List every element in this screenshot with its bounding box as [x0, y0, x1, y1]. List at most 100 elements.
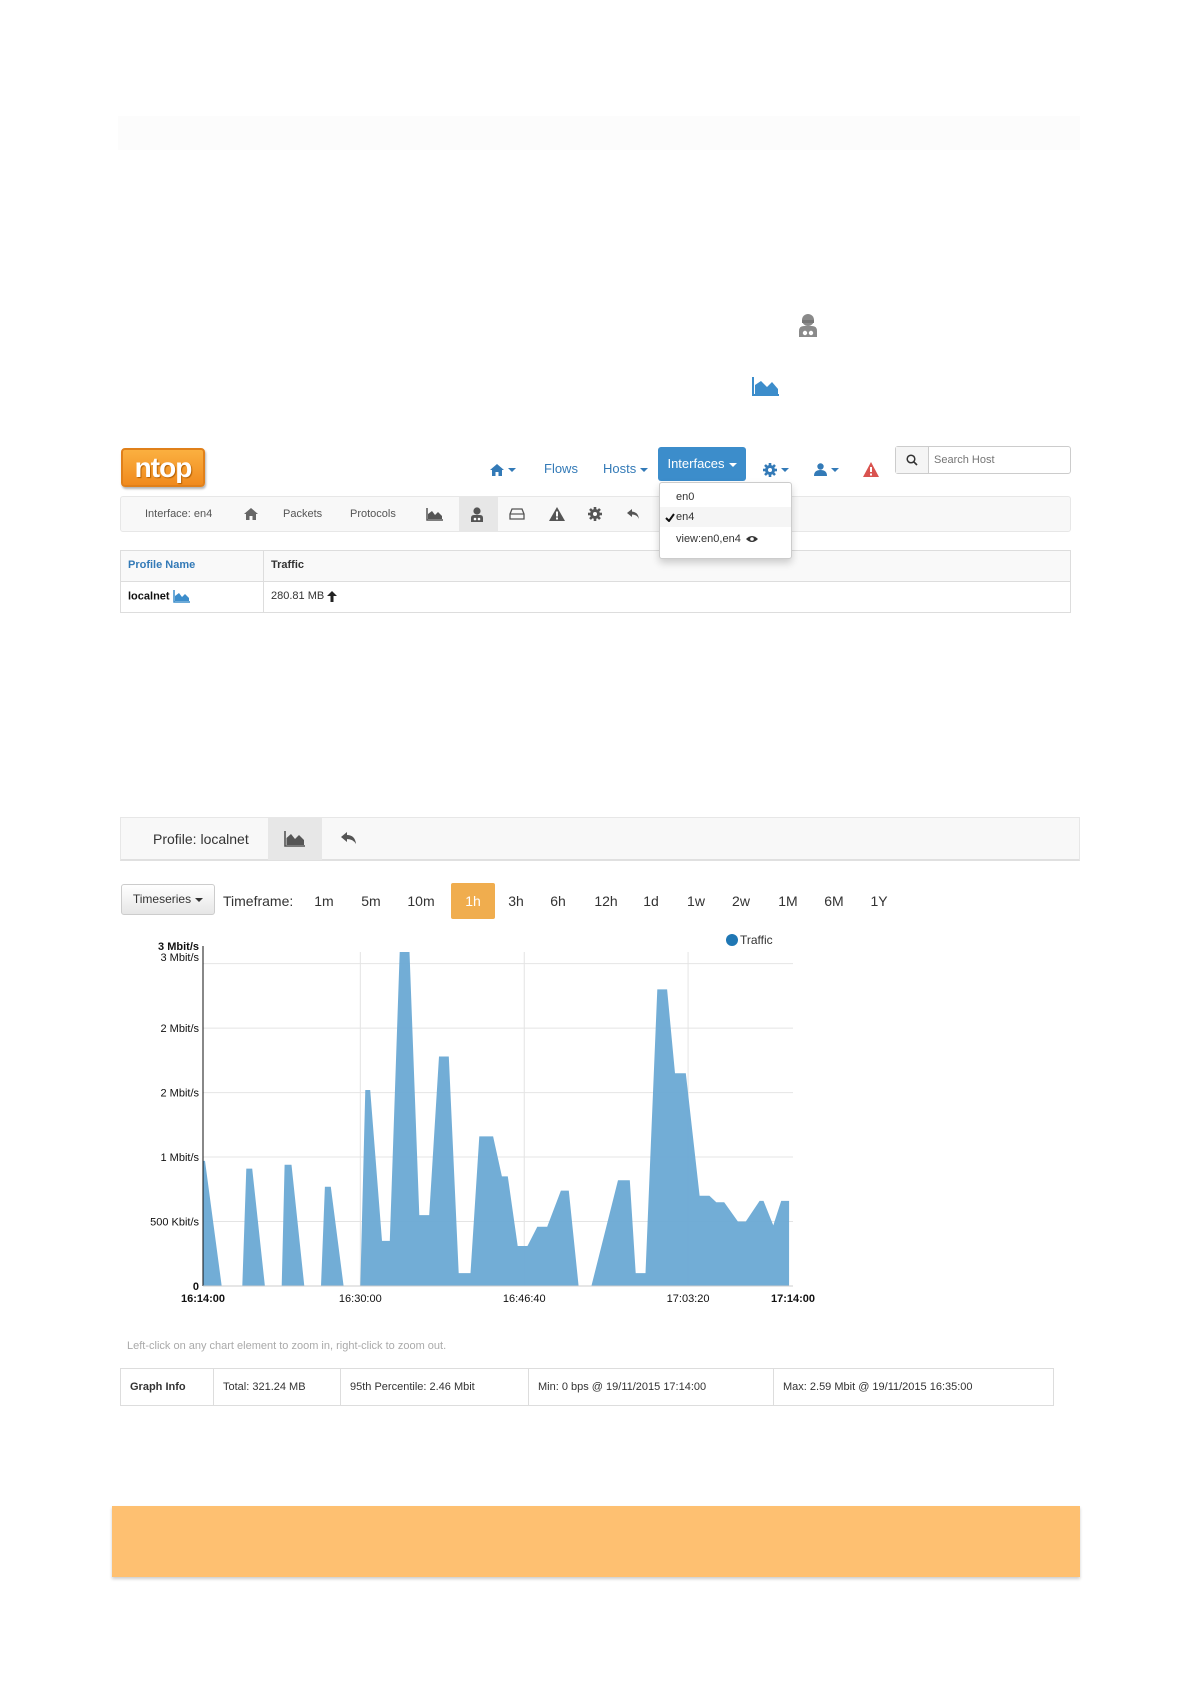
hdd-icon: [509, 508, 525, 520]
profile-back-button[interactable]: [341, 832, 357, 850]
search-icon: [906, 454, 918, 466]
subnav-chart[interactable]: [426, 497, 444, 531]
timeframe-1M[interactable]: 1M: [772, 883, 804, 919]
subnav-alerts[interactable]: [549, 497, 565, 531]
timeframe-1d[interactable]: 1d: [636, 883, 666, 919]
user-secret-icon: [799, 314, 817, 337]
timeframe-3h[interactable]: 3h: [501, 883, 531, 919]
x-tick-label: 17:14:00: [771, 1293, 815, 1305]
series-traffic-area[interactable]: [203, 952, 790, 1286]
y-tick-label: 0: [193, 1281, 199, 1293]
x-tick-label: 16:30:00: [339, 1293, 382, 1305]
reply-icon: [627, 508, 639, 519]
menu-item-en0[interactable]: en0: [660, 487, 791, 507]
settings-menu[interactable]: [763, 452, 789, 486]
y-tick-label: 500 Kbit/s: [150, 1217, 199, 1229]
timeframe-1Y[interactable]: 1Y: [864, 883, 894, 919]
interface-subnav: Interface: en4 Packets Protocols: [120, 496, 1071, 532]
subnav-protocols[interactable]: Protocols: [350, 497, 396, 531]
graph-info-table: Graph Info Total: 321.24 MB 95th Percent…: [120, 1368, 1054, 1406]
timeframe-5m[interactable]: 5m: [356, 883, 386, 919]
graph-info-min: Min: 0 bps @ 19/11/2015 17:14:00: [528, 1369, 773, 1405]
profile-label: Profile: localnet: [153, 831, 249, 847]
x-tick-label: 17:03:20: [667, 1293, 710, 1305]
traffic-cell: 280.81 MB: [271, 590, 338, 602]
note-banner: [112, 1506, 1080, 1577]
graph-info-max: Max: 2.59 Mbit @ 19/11/2015 16:35:00: [773, 1369, 1054, 1405]
gear-icon: [763, 462, 777, 477]
legend-label: Traffic: [740, 933, 773, 947]
timeseries-label: Timeseries: [132, 892, 192, 906]
nav-interfaces-label: Interfaces: [667, 456, 725, 471]
arrow-up-icon: [327, 590, 338, 602]
chart-x-tick-labels: 16:14:00 16:30:00 16:46:40 17:03:20 17:14:00: [181, 1293, 815, 1305]
nav-hosts[interactable]: Hosts: [603, 452, 649, 486]
legend-swatch: [726, 934, 738, 946]
table-row: localnet: [128, 590, 191, 603]
chart-y-tick-labels: 0 500 Kbit/s 1 Mbit/s 2 Mbit/s 2 Mbit/s 3 Mbi…: [150, 941, 199, 1293]
home-icon: [244, 508, 258, 521]
profile-nav: Profile: localnet: [120, 817, 1080, 861]
search-button[interactable]: [896, 447, 929, 473]
traffic-chart[interactable]: 0 500 Kbit/s 1 Mbit/s 2 Mbit/s 2 Mbit/s 3 Mbi…: [120, 930, 820, 1310]
timeframe-10m[interactable]: 10m: [403, 883, 439, 919]
header-traffic: Traffic: [271, 559, 305, 571]
traffic-value: 280.81 MB: [271, 590, 325, 602]
graph-info-total: Total: 321.24 MB: [213, 1369, 340, 1405]
y-tick-label: 1 Mbit/s: [160, 1152, 199, 1164]
warning-icon: [549, 507, 565, 522]
reply-icon: [341, 832, 356, 844]
chart-area-layer: [203, 952, 790, 1286]
user-menu[interactable]: [814, 452, 839, 486]
profile-chart-tab[interactable]: [284, 831, 306, 852]
profile-name-cell: localnet: [128, 590, 170, 603]
subnav-interface-label: Interface: en4: [145, 508, 213, 520]
zoom-hint: Left-click on any chart element to zoom …: [127, 1340, 447, 1352]
gear-icon: [588, 507, 602, 522]
menu-item-en4[interactable]: en4: [660, 507, 791, 527]
menu-item-en4-label: en4: [676, 511, 695, 523]
timeframe-6h[interactable]: 6h: [543, 883, 573, 919]
nav-flows[interactable]: Flows: [544, 452, 578, 486]
interfaces-dropdown: en0 en4 view:en0,en4: [659, 482, 792, 559]
header-profile-name[interactable]: Profile Name: [128, 559, 195, 571]
subnav-disk[interactable]: [509, 497, 525, 531]
home-menu[interactable]: [490, 452, 516, 486]
timeframe-1w[interactable]: 1w: [680, 883, 712, 919]
user-icon: [814, 463, 827, 477]
timeframe-1m[interactable]: 1m: [309, 883, 339, 919]
area-chart-icon[interactable]: [172, 590, 191, 603]
timeseries-dropdown[interactable]: Timeseries: [121, 884, 215, 915]
area-chart-icon: [752, 377, 779, 396]
nav-hosts-label: Hosts: [603, 461, 637, 476]
subnav-home[interactable]: [244, 497, 258, 531]
home-icon: [490, 463, 504, 476]
alerts-button[interactable]: [863, 452, 879, 486]
x-tick-label: 16:14:00: [181, 1293, 225, 1305]
subnav-packets[interactable]: Packets: [283, 497, 322, 531]
subnav-settings[interactable]: [588, 497, 602, 531]
check-icon: [665, 513, 675, 522]
timeframe-2w[interactable]: 2w: [726, 883, 756, 919]
chart-legend[interactable]: Traffic: [726, 933, 773, 947]
menu-item-view-label: view:en0,en4: [676, 533, 741, 545]
graph-info-percentile: 95th Percentile: 2.46 Mbit: [340, 1369, 528, 1405]
menu-item-view[interactable]: view:en0,en4: [660, 529, 791, 549]
y-tick-label: 2 Mbit/s: [160, 1088, 199, 1100]
timeframe-12h[interactable]: 12h: [588, 883, 624, 919]
timeframe-1h[interactable]: 1h: [451, 883, 495, 919]
ntop-logo[interactable]: ntop: [121, 448, 205, 487]
timeframe-label: Timeframe:: [223, 893, 294, 909]
x-tick-label: 16:46:40: [503, 1293, 546, 1305]
subnav-back[interactable]: [627, 497, 640, 531]
graph-info-label: Graph Info: [130, 1381, 186, 1393]
y-tick-label: 3 Mbit/s: [160, 952, 199, 964]
area-chart-icon: [426, 507, 443, 521]
y-tick-label: 2 Mbit/s: [160, 1023, 199, 1035]
search-host-input[interactable]: [934, 451, 1064, 469]
area-chart-icon: [284, 831, 305, 847]
subnav-profiles[interactable]: [470, 497, 484, 531]
profiles-table: Profile Name Traffic localnet 280.81 MB: [120, 550, 1071, 613]
timeframe-6M[interactable]: 6M: [818, 883, 850, 919]
nav-interfaces[interactable]: Interfaces: [658, 447, 746, 481]
